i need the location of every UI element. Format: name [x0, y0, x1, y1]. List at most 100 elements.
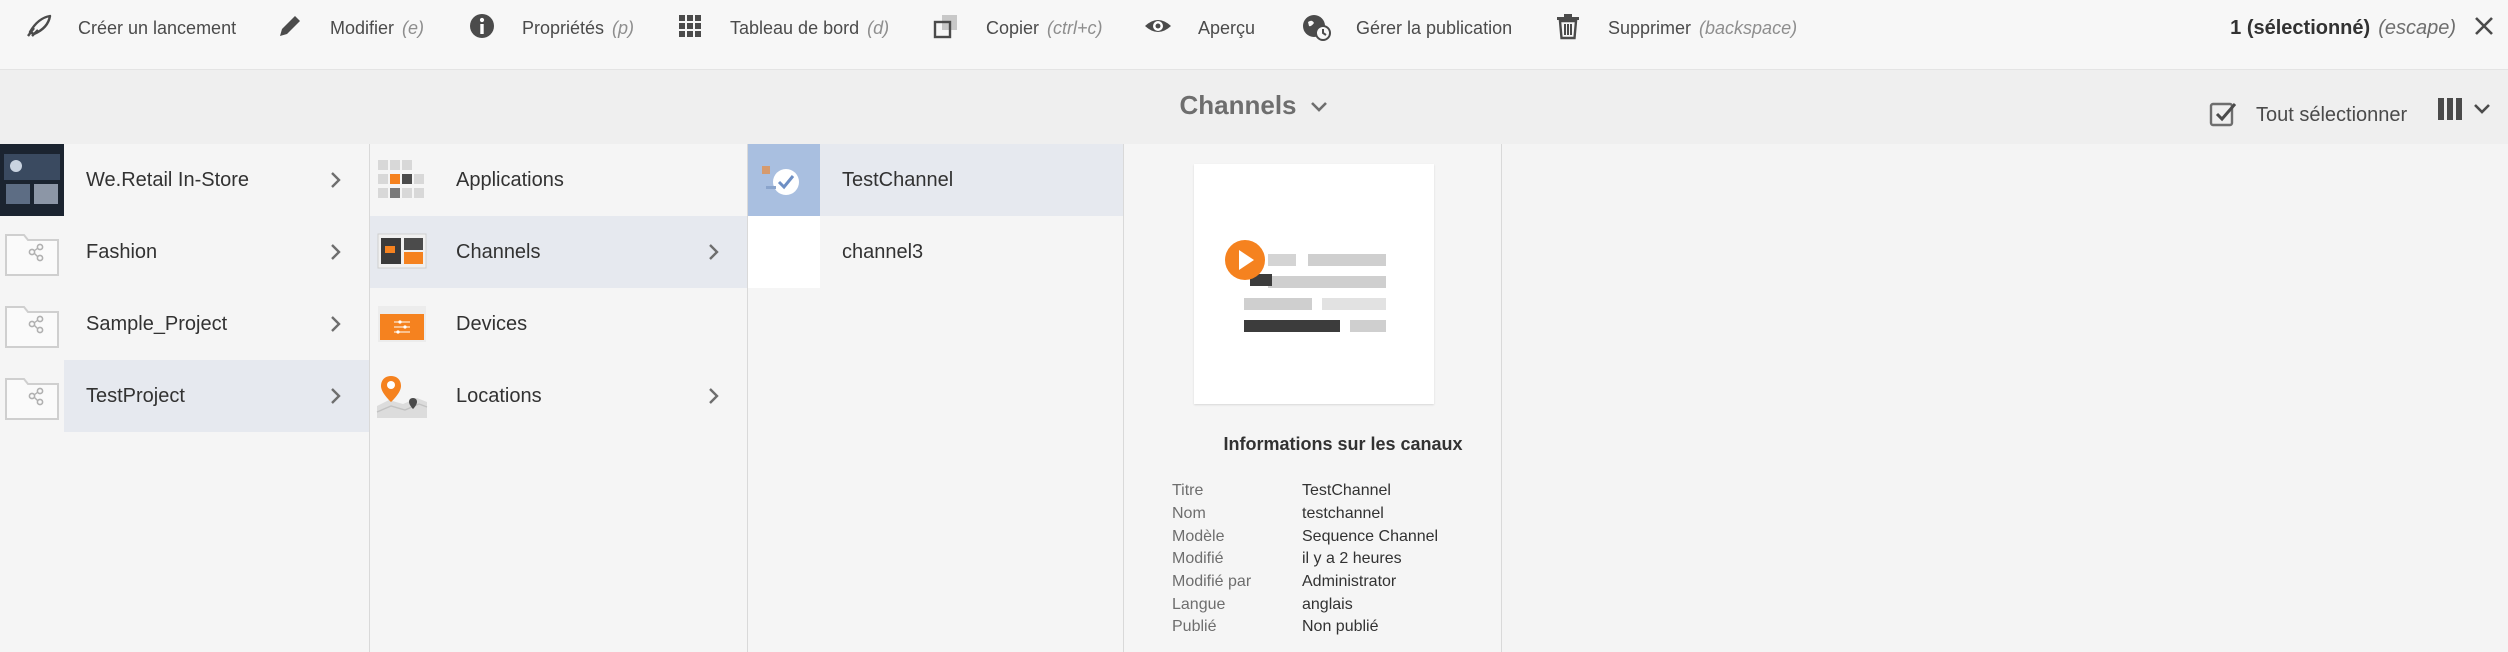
- create-launch-button[interactable]: Créer un lancement: [22, 0, 236, 56]
- close-icon: [2473, 15, 2495, 42]
- list-item-devices[interactable]: Devices: [370, 288, 747, 360]
- property-key: Titre: [1172, 482, 1204, 500]
- chevron-right-icon: [323, 240, 347, 264]
- property-row: Modifié il y a 2 heures: [1172, 548, 1438, 571]
- property-key: Langue: [1172, 595, 1226, 613]
- edit-label: Modifier: [330, 17, 395, 38]
- list-item-testchannel[interactable]: TestChannel: [748, 144, 1123, 216]
- list-item-channels[interactable]: Channels: [370, 216, 747, 288]
- property-key: Modifié: [1172, 550, 1224, 568]
- locations-thumbnail: [370, 360, 434, 432]
- property-key: Publié: [1172, 618, 1217, 636]
- chevron-right-icon: [701, 384, 725, 408]
- property-value: Non publié: [1302, 618, 1379, 636]
- list-item-label: Locations: [456, 384, 542, 407]
- channels-thumbnail: [370, 216, 434, 288]
- list-item-locations[interactable]: Locations: [370, 360, 747, 432]
- select-all-checkbox-icon: [2208, 98, 2238, 133]
- publication-icon: [1300, 10, 1332, 47]
- channel3-thumbnail: [748, 216, 820, 288]
- list-item-weretail-instore[interactable]: We.Retail In-Store: [0, 144, 369, 216]
- delete-shortcut: (backspace): [1699, 17, 1798, 38]
- shared-folder-icon: [0, 288, 64, 360]
- select-all-button[interactable]: Tout sélectionner: [2208, 98, 2407, 133]
- list-item-label: Sample_Project: [86, 312, 228, 335]
- edit-button[interactable]: Modifier (e): [274, 0, 424, 56]
- copy-shortcut: (ctrl+c): [1047, 17, 1103, 38]
- column-project-folders: Applications Channels Devices Locations: [370, 144, 748, 652]
- devices-thumbnail: [370, 288, 434, 360]
- property-row: Publié Non publié: [1172, 616, 1438, 639]
- copy-label: Copier: [986, 17, 1040, 38]
- selection-count-label: 1 (sélectionné): [2230, 16, 2371, 39]
- chevron-right-icon: [701, 240, 725, 264]
- property-value: TestChannel: [1302, 482, 1391, 500]
- chevron-down-icon: [1297, 90, 1329, 121]
- list-item-label: TestProject: [86, 384, 185, 407]
- eye-icon: [1142, 10, 1174, 47]
- chevron-right-icon: [323, 312, 347, 336]
- detail-properties: Titre TestChannel Nom testchannel Modèle Se…: [1172, 480, 1438, 639]
- list-item-applications[interactable]: Applications: [370, 144, 747, 216]
- selection-count: 1 (sélectionné) (escape): [2230, 0, 2456, 56]
- property-row: Modèle Sequence Channel: [1172, 525, 1438, 548]
- chevron-right-icon: [323, 384, 347, 408]
- shared-folder-icon: [0, 216, 64, 288]
- weretail-thumbnail: [0, 144, 64, 216]
- chevron-right-icon: [323, 168, 347, 192]
- copy-button[interactable]: Copier (ctrl+c): [930, 0, 1103, 56]
- view-chevron-down-icon: [2472, 102, 2492, 121]
- list-item-sample-project[interactable]: Sample_Project: [0, 288, 369, 360]
- property-key: Modèle: [1172, 527, 1225, 545]
- dashboard-shortcut: (d): [867, 17, 890, 38]
- properties-button[interactable]: Propriétés (p): [466, 0, 634, 56]
- escape-hint: (escape): [2378, 16, 2456, 39]
- channel-preview-card: [1194, 164, 1434, 404]
- dashboard-label: Tableau de bord: [730, 17, 860, 38]
- property-row: Langue anglais: [1172, 593, 1438, 616]
- list-item-label: Devices: [456, 312, 528, 335]
- pencil-icon: [274, 10, 306, 47]
- dashboard-grid-icon: [674, 10, 706, 47]
- select-all-label: Tout sélectionner: [2256, 104, 2408, 126]
- preview-button[interactable]: Aperçu: [1142, 0, 1255, 56]
- list-item-label: Applications: [456, 168, 564, 191]
- shared-folder-icon: [0, 360, 64, 432]
- preview-label: Aperçu: [1198, 17, 1256, 38]
- property-row: Modifié par Administrator: [1172, 571, 1438, 594]
- manage-publication-label: Gérer la publication: [1356, 17, 1513, 38]
- column-view-icon: [2436, 96, 2464, 127]
- action-bar: Créer un lancement Modifier (e) Propriét…: [0, 0, 2508, 70]
- manage-publication-button[interactable]: Gérer la publication: [1300, 0, 1512, 56]
- dashboard-button[interactable]: Tableau de bord (d): [674, 0, 889, 56]
- column-browser: We.Retail In-Store Fashion Sample_Projec…: [0, 144, 2508, 652]
- properties-shortcut: (p): [612, 17, 635, 38]
- properties-label: Propriétés: [522, 17, 605, 38]
- info-icon: [466, 10, 498, 47]
- page-title: Channels: [1179, 90, 1297, 120]
- create-launch-label: Créer un lancement: [78, 17, 237, 38]
- property-row: Nom testchannel: [1172, 503, 1438, 526]
- property-key: Modifié par: [1172, 573, 1252, 591]
- column-channels: TestChannel channel3: [748, 144, 1124, 652]
- list-item-fashion[interactable]: Fashion: [0, 216, 369, 288]
- column-projects: We.Retail In-Store Fashion Sample_Projec…: [0, 144, 370, 652]
- property-value: Administrator: [1302, 573, 1397, 591]
- property-value: il y a 2 heures: [1302, 550, 1402, 568]
- selected-check-thumbnail: [748, 144, 820, 216]
- title-bar: Channels Tout sélectionner: [0, 70, 2508, 144]
- property-row: Titre TestChannel: [1172, 480, 1438, 503]
- delete-label: Supprimer: [1608, 17, 1692, 38]
- list-item-testproject[interactable]: TestProject: [0, 360, 369, 432]
- view-switcher[interactable]: [2436, 96, 2492, 127]
- page-title-dropdown[interactable]: Channels: [1179, 90, 1328, 121]
- list-item-channel3[interactable]: channel3: [748, 216, 1123, 288]
- copy-icon: [930, 10, 962, 47]
- detail-heading: Informations sur les canaux: [1223, 434, 1463, 454]
- launch-icon: [22, 10, 54, 47]
- list-item-label: We.Retail In-Store: [86, 168, 250, 191]
- close-selection-button[interactable]: [2468, 12, 2500, 44]
- property-key: Nom: [1172, 505, 1206, 523]
- delete-button[interactable]: Supprimer (backspace): [1552, 0, 1797, 56]
- sequence-channel-icon: [1225, 240, 1386, 332]
